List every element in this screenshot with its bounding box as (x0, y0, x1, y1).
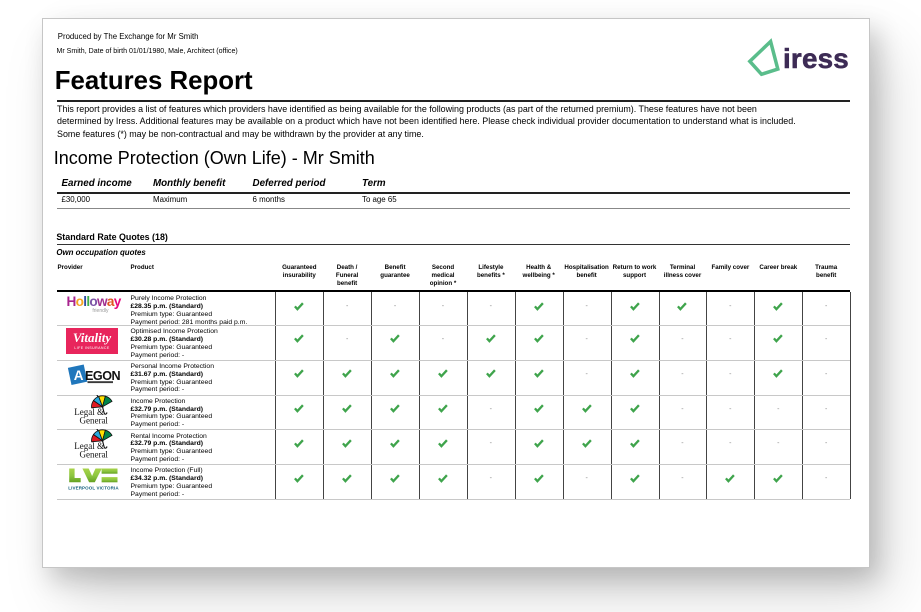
svg-text:iress: iress (783, 43, 849, 74)
svg-text:LIVERPOOL VICTORIA: LIVERPOOL VICTORIA (68, 486, 119, 491)
svg-text:General: General (79, 415, 108, 425)
svg-text:General: General (79, 450, 108, 460)
svg-text:EGON: EGON (85, 369, 120, 383)
svg-text:A: A (73, 368, 83, 383)
